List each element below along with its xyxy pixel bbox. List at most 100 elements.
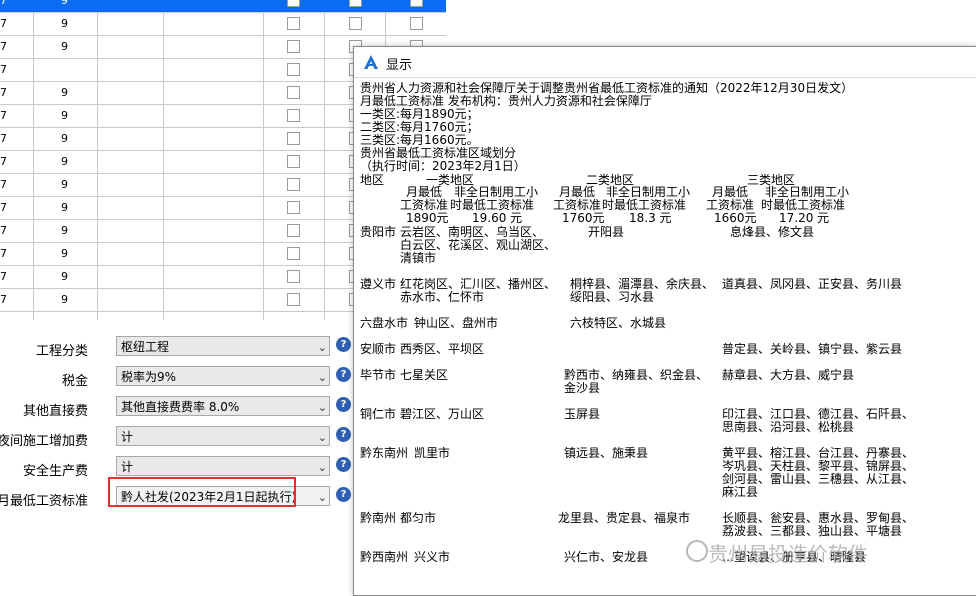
table-cell: 7: [0, 293, 7, 306]
field-label: 安全生产费: [22, 464, 88, 479]
field-dropdown[interactable]: 计 ⌄: [116, 426, 330, 446]
field-label: 工程分类: [35, 344, 88, 359]
form-row: 夜间施工增加费计 ⌄?: [0, 425, 356, 451]
row-checkbox[interactable]: [349, 17, 362, 30]
table-cell: 7: [0, 270, 7, 283]
chevron-down-icon[interactable]: ⌄: [318, 368, 327, 388]
region-class2: 兴仁市、安龙县: [564, 550, 649, 564]
table-cell: 9: [61, 86, 68, 99]
table-cell: 7: [0, 17, 7, 30]
help-icon[interactable]: ?: [336, 337, 351, 352]
form-row: 其他直接费 其他直接费费率 8.0% ⌄?: [0, 395, 356, 421]
field-dropdown[interactable]: 税率为9% ⌄: [116, 366, 330, 386]
row-checkbox[interactable]: [287, 17, 300, 30]
app-logo-icon: [364, 55, 378, 69]
field-label: 其他直接费: [22, 404, 88, 419]
region-city: 黔东南州: [360, 446, 409, 460]
region-class3: 荔波县、三都县、独山县、平塘县: [722, 524, 903, 538]
table-cell: 9: [61, 293, 68, 306]
region-class3: 息烽县、修文县: [730, 225, 815, 239]
dialog-title-bar[interactable]: 显示: [354, 47, 976, 77]
row-checkbox[interactable]: [410, 0, 423, 7]
table-cell: 7: [0, 247, 7, 260]
chevron-down-icon[interactable]: ⌄: [318, 458, 327, 478]
field-dropdown[interactable]: 其他直接费费率 8.0% ⌄: [116, 396, 330, 416]
region-class1: 西秀区、平坝区: [400, 342, 485, 356]
dropdown-value: 计: [121, 430, 134, 444]
table-cell: 9: [61, 109, 68, 122]
row-checkbox[interactable]: [287, 293, 300, 306]
watermark: 贵州易投造价软件: [686, 538, 868, 567]
form-row: 税金 税率为9% ⌄?: [0, 365, 356, 391]
region-class1: 凯里市: [414, 446, 451, 460]
region-city: 铜仁市: [360, 407, 397, 421]
table-cell: 9: [61, 40, 68, 53]
region-class1: 碧江区、万山区: [400, 407, 485, 421]
table-cell: 7: [0, 40, 7, 53]
table-cell: 9: [61, 224, 68, 237]
row-checkbox[interactable]: [287, 86, 300, 99]
region-class2: 六枝特区、水城县: [570, 316, 667, 330]
row-checkbox[interactable]: [287, 0, 300, 7]
table-cell: 7: [0, 86, 7, 99]
watermark-text: 贵州易投造价软件: [708, 542, 868, 566]
chevron-down-icon[interactable]: ⌄: [318, 398, 327, 418]
row-checkbox[interactable]: [287, 201, 300, 214]
row-checkbox[interactable]: [287, 270, 300, 283]
row-checkbox[interactable]: [287, 224, 300, 237]
row-checkbox[interactable]: [410, 17, 423, 30]
table-row[interactable]: 79: [0, 12, 446, 36]
row-checkbox[interactable]: [349, 0, 362, 7]
highlight-box: [108, 477, 296, 507]
wechat-icon: [686, 540, 708, 562]
region-class2: 绥阳县、习水县: [570, 290, 655, 304]
region-class1: 赤水市、仁怀市: [400, 290, 485, 304]
region-class3: 道真县、凤冈县、正安县、务川县: [722, 277, 903, 291]
table-cell: 9: [61, 247, 68, 260]
help-icon[interactable]: ?: [336, 427, 351, 442]
region-class1: 钟山区、盘州市: [414, 316, 499, 330]
chevron-down-icon[interactable]: ⌄: [318, 338, 327, 358]
header-area: 地区: [360, 173, 385, 187]
display-dialog[interactable]: 显示 贵州省人力资源和社会保障厅关于调整贵州省最低工资标准的通知（2022年12…: [353, 46, 976, 596]
region-class3: 赫章县、大方县、威宁县: [722, 368, 855, 382]
chevron-down-icon[interactable]: ⌄: [318, 488, 327, 508]
table-cell: 9: [61, 132, 68, 145]
row-checkbox[interactable]: [287, 178, 300, 191]
field-dropdown[interactable]: 枢纽工程 ⌄: [116, 336, 330, 356]
help-icon[interactable]: ?: [336, 367, 351, 382]
table-cell: 9: [61, 0, 68, 7]
help-icon[interactable]: ?: [336, 397, 351, 412]
dropdown-value: 计: [121, 460, 134, 474]
row-checkbox[interactable]: [287, 109, 300, 122]
table-cell: 9: [61, 270, 68, 283]
table-cell: 9: [61, 178, 68, 191]
value-monthly: 1760元: [562, 211, 605, 225]
value-monthly: 1890元: [406, 211, 449, 225]
value-monthly: 1660元: [714, 211, 757, 225]
region-city: 黔西南州: [360, 550, 409, 564]
help-icon[interactable]: ?: [336, 487, 351, 502]
region-class3: 麻江县: [722, 485, 759, 499]
region-class3: 思南县、沿河县、松桃县: [722, 420, 855, 434]
row-checkbox[interactable]: [287, 155, 300, 168]
table-cell: 9: [61, 17, 68, 30]
field-dropdown[interactable]: 计 ⌄: [116, 456, 330, 476]
row-checkbox[interactable]: [287, 247, 300, 260]
row-checkbox[interactable]: [287, 63, 300, 76]
help-icon[interactable]: ?: [336, 457, 351, 472]
dialog-content: 贵州省人力资源和社会保障厅关于调整贵州省最低工资标准的通知（2022年12月30…: [354, 77, 976, 596]
chevron-down-icon[interactable]: ⌄: [318, 428, 327, 448]
region-city: 六盘水市: [360, 316, 409, 330]
table-cell: 7: [0, 201, 7, 214]
row-checkbox[interactable]: [287, 40, 300, 53]
dropdown-value: 枢纽工程: [121, 340, 170, 354]
region-class1: 七星关区: [400, 368, 449, 382]
value-hourly: 17.20 元: [779, 211, 830, 225]
row-checkbox[interactable]: [287, 132, 300, 145]
region-class2: 金沙县: [564, 381, 601, 395]
field-label: 月最低工资标准: [0, 494, 88, 509]
dropdown-value: 其他直接费费率 8.0%: [121, 400, 240, 414]
region-city: 安顺市: [360, 342, 397, 356]
form-row: 工程分类 枢纽工程 ⌄?: [0, 335, 356, 361]
